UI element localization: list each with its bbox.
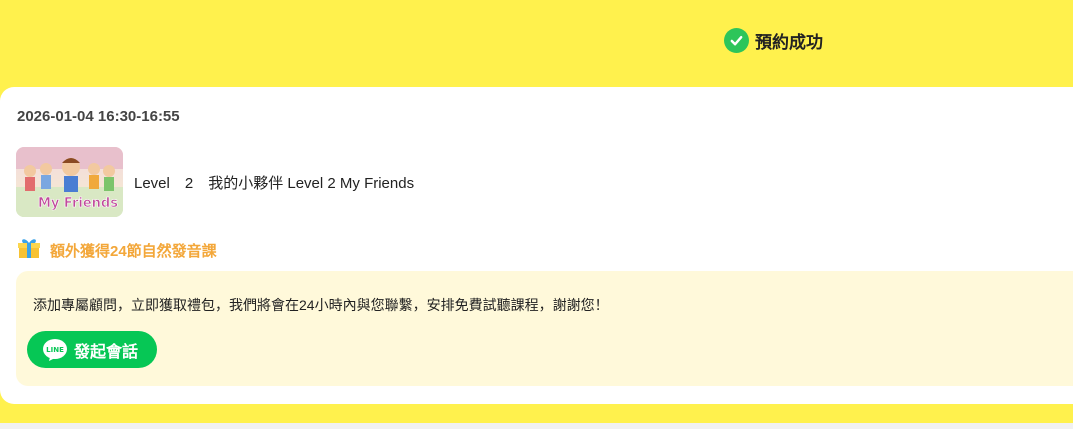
bonus-row: 額外獲得24節自然發音課 <box>17 237 217 264</box>
bonus-text: 額外獲得24節自然發音課 <box>50 243 217 260</box>
start-chat-button[interactable]: LINE 發起會話 <box>27 331 157 368</box>
check-circle-icon <box>724 27 749 53</box>
booking-datetime: 2026-01-04 16:30-16:55 <box>17 108 180 125</box>
course-row: My Friends Level 2 我的小夥伴 Level 2 My Frie… <box>16 147 414 217</box>
consult-box: 添加專屬顧問，立即獲取禮包，我們將會在24小時內與您聯繫，安排免費試聽課程，謝謝… <box>16 271 1073 386</box>
status-title: 預約成功 <box>755 32 823 52</box>
gift-icon <box>17 237 41 264</box>
thumbnail-caption: My Friends <box>38 196 118 211</box>
line-app-icon: LINE <box>42 338 68 362</box>
booking-card: 2026-01-04 16:30-16:55 My Friends Level … <box>0 87 1073 404</box>
consult-message: 添加專屬顧問，立即獲取禮包，我們將會在24小時內與您聯繫，安排免費試聽課程，謝謝… <box>33 297 609 313</box>
course-thumbnail: My Friends <box>16 147 123 217</box>
line-icon-text: LINE <box>46 346 64 354</box>
booking-status: 預約成功 <box>724 27 823 53</box>
start-chat-label: 發起會話 <box>74 343 139 361</box>
course-title: Level 2 我的小夥伴 Level 2 My Friends <box>134 174 415 192</box>
